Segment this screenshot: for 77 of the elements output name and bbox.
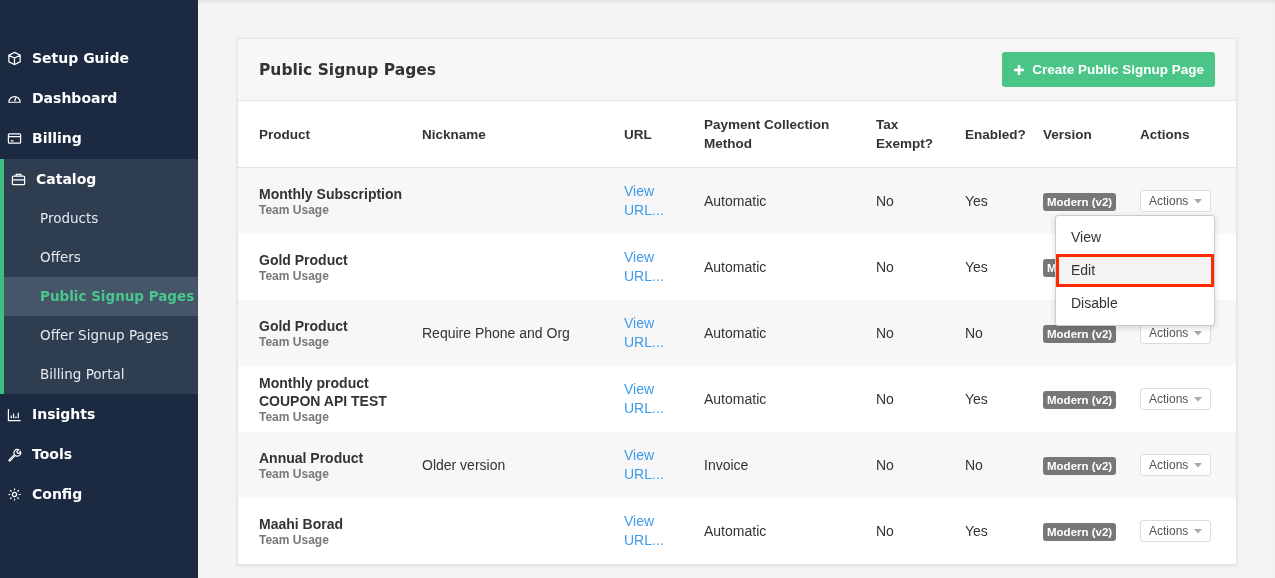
product-name: Monthly product COUPON API TEST	[259, 374, 388, 410]
column-header: URL	[624, 125, 653, 144]
chart-icon	[7, 406, 22, 422]
table-cell: Yes	[965, 391, 988, 407]
product-name: Maahi Borad	[259, 515, 343, 533]
product-name: Annual Product	[259, 449, 364, 467]
product-subtitle: Team Usage	[259, 269, 329, 283]
version-badge: Modern (v2)	[1043, 523, 1117, 541]
version-badge: Modern (v2)	[1043, 391, 1117, 409]
product-subtitle: Team Usage	[259, 335, 329, 349]
plus-icon	[1013, 63, 1026, 76]
table-cell: No	[876, 325, 894, 341]
table-cell: Require Phone and Org	[422, 325, 570, 341]
product-subtitle: Team Usage	[259, 410, 329, 424]
menu-item[interactable]: View	[1056, 221, 1214, 254]
version-badge: Modern (v2)	[1043, 457, 1117, 475]
product-name: Monthly Subscription	[259, 185, 403, 203]
gear-icon	[7, 486, 22, 502]
column-header: Payment Collection Method	[704, 116, 831, 153]
menu-item[interactable]: Disable	[1056, 287, 1214, 320]
column-header: Tax Exempt?	[876, 116, 934, 153]
table-cell: Yes	[965, 523, 988, 539]
product-name: Gold Product	[259, 251, 348, 269]
caret-icon	[1194, 528, 1203, 534]
table-cell: Automatic	[704, 523, 767, 539]
table-cell: Automatic	[704, 391, 767, 407]
caret-icon	[1194, 198, 1203, 204]
product-name: Gold Product	[259, 317, 348, 335]
table-cell: Yes	[965, 259, 988, 275]
nav-item[interactable]: Tools	[0, 434, 198, 474]
nav-item[interactable]: Config	[0, 474, 198, 514]
table-cell: No	[965, 325, 983, 341]
column-header: Version	[1043, 125, 1093, 144]
menu-item[interactable]: Edit	[1056, 254, 1214, 287]
table-cell: No	[876, 457, 894, 473]
actions-dropdown[interactable]: Actions	[1140, 190, 1212, 212]
actions-dropdown[interactable]: Actions	[1140, 454, 1212, 476]
nav-item[interactable]: Insights	[0, 394, 198, 434]
column-header: Enabled?	[965, 125, 1027, 144]
wrench-icon	[7, 446, 22, 462]
nav-item[interactable]: Catalog	[4, 159, 198, 199]
nav-item[interactable]: Dashboard	[0, 78, 198, 118]
product-subtitle: Team Usage	[259, 203, 329, 217]
table-cell: No	[876, 391, 894, 407]
nav-subitem[interactable]: Offer Signup Pages	[4, 316, 198, 355]
cube-icon	[7, 50, 22, 66]
product-subtitle: Team Usage	[259, 467, 329, 481]
column-header: Actions	[1140, 125, 1191, 144]
table-cell: Automatic	[704, 259, 767, 275]
table-cell: No	[876, 259, 894, 275]
nav-item[interactable]: Setup Guide	[0, 38, 198, 78]
nav-subitem[interactable]: Offers	[4, 238, 198, 277]
table-cell: No	[876, 193, 894, 209]
briefcase-icon	[11, 171, 26, 187]
nav-subitem[interactable]: Public Signup Pages	[4, 277, 198, 316]
table-cell: Older version	[422, 457, 506, 473]
version-badge: Modern (v2)	[1043, 325, 1117, 343]
caret-icon	[1194, 462, 1203, 468]
table-cell: No	[876, 523, 894, 539]
card-title: Public Signup Pages	[259, 60, 437, 79]
nav-item[interactable]: Billing	[0, 118, 198, 158]
column-header: Product	[259, 125, 311, 144]
product-subtitle: Team Usage	[259, 533, 329, 547]
column-header: Nickname	[422, 125, 487, 144]
actions-dropdown[interactable]: Actions	[1140, 388, 1212, 410]
actions-dropdown[interactable]: Actions	[1140, 520, 1212, 542]
table-cell: Automatic	[704, 193, 767, 209]
table-cell: No	[965, 457, 983, 473]
table-cell: Invoice	[704, 457, 749, 473]
caret-icon	[1194, 330, 1203, 336]
nav-subitem[interactable]: Billing Portal	[4, 355, 198, 394]
version-badge: Modern (v2)	[1043, 193, 1117, 211]
card-icon	[7, 130, 22, 146]
table-cell: Automatic	[704, 325, 767, 341]
nav-subitem[interactable]: Products	[4, 199, 198, 238]
table-cell: Yes	[965, 193, 988, 209]
caret-icon	[1194, 396, 1203, 402]
